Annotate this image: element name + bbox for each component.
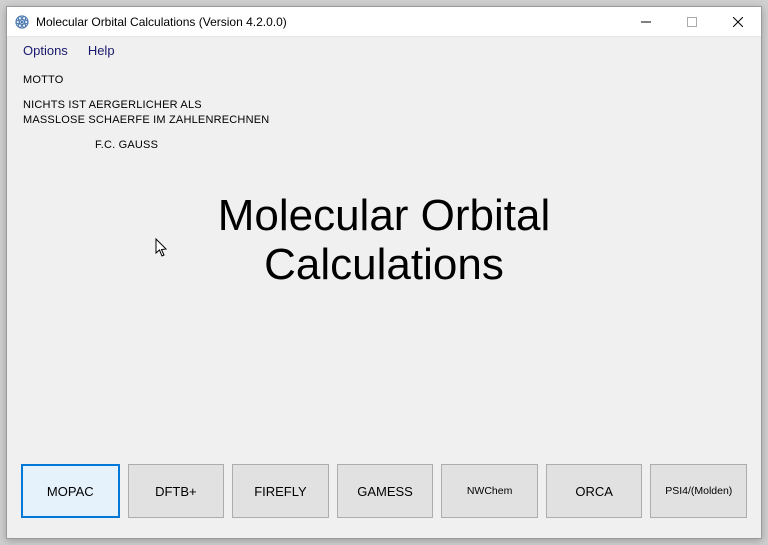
app-window: Molecular Orbital Calculations (Version … bbox=[6, 6, 762, 539]
engine-dftb-button[interactable]: DFTB+ bbox=[128, 464, 225, 518]
engine-button-row: MOPAC DFTB+ FIREFLY GAMESS NWChem ORCA P… bbox=[21, 464, 747, 518]
motto-label: MOTTO bbox=[23, 73, 269, 88]
motto-line1: NICHTS IST AERGERLICHER ALS bbox=[23, 98, 269, 113]
motto-block: MOTTO NICHTS IST AERGERLICHER ALS MASSLO… bbox=[23, 73, 269, 152]
engine-mopac-button[interactable]: MOPAC bbox=[21, 464, 120, 518]
menu-help[interactable]: Help bbox=[88, 43, 115, 58]
maximize-button[interactable] bbox=[669, 7, 715, 36]
menubar: Options Help bbox=[7, 37, 761, 63]
close-button[interactable] bbox=[715, 7, 761, 36]
motto-line2: MASSLOSE SCHAERFE IM ZAHLENRECHNEN bbox=[23, 113, 269, 128]
engine-orca-button[interactable]: ORCA bbox=[546, 464, 643, 518]
window-title: Molecular Orbital Calculations (Version … bbox=[36, 15, 623, 29]
main-title-line2: Calculations bbox=[7, 240, 761, 289]
client-area: MOTTO NICHTS IST AERGERLICHER ALS MASSLO… bbox=[7, 63, 761, 538]
window-controls bbox=[623, 7, 761, 36]
engine-nwchem-button[interactable]: NWChem bbox=[441, 464, 538, 518]
engine-psi4-button[interactable]: PSI4/(Molden) bbox=[650, 464, 747, 518]
engine-firefly-button[interactable]: FIREFLY bbox=[232, 464, 329, 518]
main-title-line1: Molecular Orbital bbox=[7, 191, 761, 240]
minimize-button[interactable] bbox=[623, 7, 669, 36]
engine-gamess-button[interactable]: GAMESS bbox=[337, 464, 434, 518]
main-title: Molecular Orbital Calculations bbox=[7, 191, 761, 290]
app-icon bbox=[14, 14, 30, 30]
titlebar: Molecular Orbital Calculations (Version … bbox=[7, 7, 761, 37]
motto-author: F.C. GAUSS bbox=[23, 138, 269, 153]
menu-options[interactable]: Options bbox=[23, 43, 68, 58]
